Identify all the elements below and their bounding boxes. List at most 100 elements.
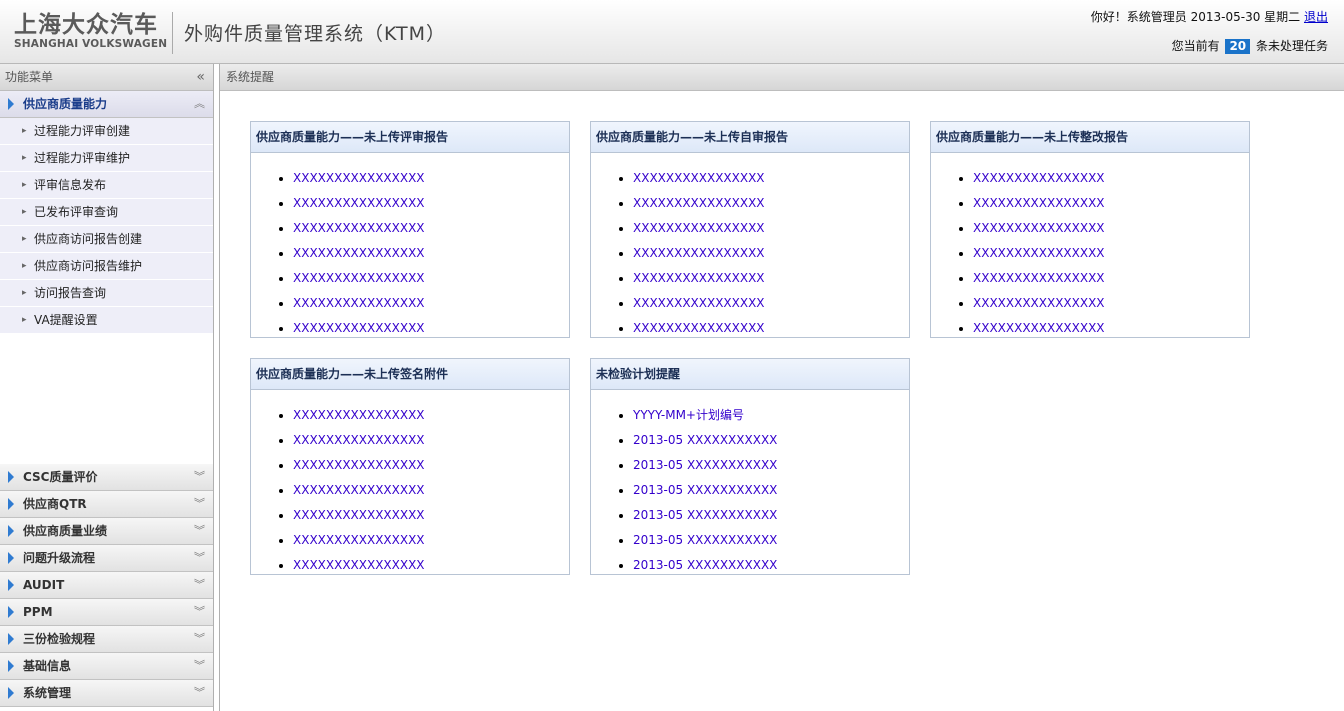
reminder-link[interactable]: XXXXXXXXXXXXXXXX [973,171,1105,185]
sidebar: 功能菜单 « 供应商质量能力 ︽ ▸ 过程能力评审创建 ▸ 过程能力评审维护 ▸ 评审信息… [0,64,214,711]
chevron-down-icon[interactable]: ︾ [194,518,205,544]
main-title: 系统提醒 [220,64,1344,91]
reminder-link[interactable]: XXXXXXXXXXXXXXXX [973,271,1105,285]
sidebar-subitem[interactable]: ▸ 评审信息发布 [0,172,213,199]
reminder-link[interactable]: 2013-05 XXXXXXXXXXX [633,433,777,447]
chevron-down-icon[interactable]: ︾ [194,572,205,598]
chevron-down-icon[interactable]: ︾ [194,491,205,517]
sidebar-subitem[interactable]: ▸ VA提醒设置 [0,307,213,334]
reminder-link[interactable]: XXXXXXXXXXXXXXXX [293,558,425,572]
reminder-link[interactable]: XXXXXXXXXXXXXXXX [973,221,1105,235]
sidebar-group[interactable]: 供应商QTR ︾ [0,491,213,518]
list-item: XXXXXXXXXXXXXXXX [973,166,1249,191]
logout-link[interactable]: 退出 [1304,10,1328,24]
group-label: 供应商质量能力 [23,97,108,111]
triangle-right-icon [8,660,14,672]
sidebar-group[interactable]: AUDIT ︾ [0,572,213,599]
reminder-link[interactable]: XXXXXXXXXXXXXXXX [293,271,425,285]
group-label: 系统管理 [23,686,72,700]
sidebar-subitem[interactable]: ▸ 过程能力评审创建 [0,118,213,145]
triangle-right-icon [8,98,14,110]
list-item: YYYY-MM+计划编号 [633,403,909,428]
group-label: PPM [23,605,53,619]
reminder-link[interactable]: XXXXXXXXXXXXXXXX [293,508,425,522]
reminder-link[interactable]: XXXXXXXXXXXXXXXX [973,196,1105,210]
chevron-up-icon[interactable]: ︽ [194,91,205,117]
list-item: XXXXXXXXXXXXXXXX [293,166,569,191]
reminder-link[interactable]: YYYY-MM+计划编号 [633,408,744,422]
list-item: XXXXXXXXXXXXXXXX [293,478,569,503]
chevron-down-icon[interactable]: ︾ [194,680,205,706]
reminder-link[interactable]: XXXXXXXXXXXXXXXX [293,533,425,547]
sidebar-title: 功能菜单 [5,70,54,84]
sidebar-group[interactable]: 基础信息 ︾ [0,653,213,680]
brand-logo: 上海大众汽车 SHANGHAI VOLKSWAGEN [14,12,167,50]
reminder-link[interactable]: XXXXXXXXXXXXXXXX [633,271,765,285]
reminder-link[interactable]: XXXXXXXXXXXXXXXX [293,196,425,210]
panel-title: 供应商质量能力——未上传评审报告 [251,122,569,153]
reminder-link[interactable]: XXXXXXXXXXXXXXXX [293,483,425,497]
collapse-sidebar-icon[interactable]: « [196,64,205,90]
reminder-link[interactable]: XXXXXXXXXXXXXXXX [633,171,765,185]
reminder-link[interactable]: XXXXXXXXXXXXXXXX [633,196,765,210]
sidebar-subitem[interactable]: ▸ 过程能力评审维护 [0,145,213,172]
bullet-arrow-icon: ▸ [22,288,27,298]
reminder-link[interactable]: XXXXXXXXXXXXXXXX [293,433,425,447]
reminder-link[interactable]: 2013-05 XXXXXXXXXXX [633,533,777,547]
chevron-down-icon[interactable]: ︾ [194,545,205,571]
reminder-link[interactable]: XXXXXXXXXXXXXXXX [633,246,765,260]
group-label: 供应商质量业绩 [23,524,108,538]
reminder-link[interactable]: XXXXXXXXXXXXXXXX [633,221,765,235]
reminder-link[interactable]: XXXXXXXXXXXXXXXX [633,321,765,335]
group-label: 三份检验规程 [23,632,96,646]
list-item: 2013-05 XXXXXXXXXXX [633,503,909,528]
list-item: XXXXXXXXXXXXXXXX [633,241,909,266]
reminder-link[interactable]: XXXXXXXXXXXXXXXX [293,221,425,235]
list-item: XXXXXXXXXXXXXXXX [973,266,1249,291]
reminder-list: XXXXXXXXXXXXXXXX XXXXXXXXXXXXXXXX XXXXXXXX… [251,390,569,574]
chevron-down-icon[interactable]: ︾ [194,653,205,679]
sidebar-group[interactable]: 三份检验规程 ︾ [0,626,213,653]
bullet-arrow-icon: ▸ [22,315,27,325]
sidebar-group[interactable]: CSC质量评价 ︾ [0,464,213,491]
reminder-link[interactable]: XXXXXXXXXXXXXXXX [293,246,425,260]
reminder-link[interactable]: 2013-05 XXXXXXXXXXX [633,458,777,472]
list-item: XXXXXXXXXXXXXXXX [293,503,569,528]
reminder-link[interactable]: XXXXXXXXXXXXXXXX [293,296,425,310]
reminder-link[interactable]: XXXXXXXXXXXXXXXX [973,246,1105,260]
sidebar-group[interactable]: 问题升级流程 ︾ [0,545,213,572]
chevron-down-icon[interactable]: ︾ [194,599,205,625]
reminder-list: XXXXXXXXXXXXXXXX XXXXXXXXXXXXXXXX XXXXXXXX… [591,153,909,337]
list-item: XXXXXXXXXXXXXXXX [633,316,909,337]
sidebar-group[interactable]: 系统管理 ︾ [0,680,213,707]
reminder-link[interactable]: 2013-05 XXXXXXXXXXX [633,558,777,572]
sidebar-subitem[interactable]: ▸ 供应商访问报告创建 [0,226,213,253]
chevron-down-icon[interactable]: ︾ [194,626,205,652]
sidebar-group[interactable]: 供应商质量业绩 ︾ [0,518,213,545]
sidebar-subitem[interactable]: ▸ 供应商访问报告维护 [0,253,213,280]
reminder-link[interactable]: XXXXXXXXXXXXXXXX [293,321,425,335]
reminder-link[interactable]: XXXXXXXXXXXXXXXX [633,296,765,310]
app-header: 上海大众汽车 SHANGHAI VOLKSWAGEN 外购件质量管理系统（KTM… [0,0,1344,64]
triangle-right-icon [8,498,14,510]
list-item: 2013-05 XXXXXXXXXXX [633,528,909,553]
reminder-link[interactable]: XXXXXXXXXXXXXXXX [293,408,425,422]
list-item: 2013-05 XXXXXXXXXXX [633,478,909,503]
reminder-link[interactable]: 2013-05 XXXXXXXXXXX [633,508,777,522]
sidebar-subitem[interactable]: ▸ 访问报告查询 [0,280,213,307]
reminder-link[interactable]: XXXXXXXXXXXXXXXX [973,321,1105,335]
sidebar-group[interactable]: PPM ︾ [0,599,213,626]
panel-title: 供应商质量能力——未上传整改报告 [931,122,1249,153]
reminder-link[interactable]: XXXXXXXXXXXXXXXX [973,296,1105,310]
task-count-badge[interactable]: 20 [1225,39,1251,54]
reminder-link[interactable]: 2013-05 XXXXXXXXXXX [633,483,777,497]
chevron-down-icon[interactable]: ︾ [194,464,205,490]
reminder-link[interactable]: XXXXXXXXXXXXXXXX [293,458,425,472]
sidebar-subitem[interactable]: ▸ 已发布评审查询 [0,199,213,226]
logo-cn: 上海大众汽车 [14,12,158,38]
task-summary: 您当前有 20 条未处理任务 [1172,37,1328,54]
subitem-label: 已发布评审查询 [34,205,119,219]
triangle-right-icon [8,633,14,645]
reminder-link[interactable]: XXXXXXXXXXXXXXXX [293,171,425,185]
sidebar-group-active[interactable]: 供应商质量能力 ︽ [0,91,213,118]
